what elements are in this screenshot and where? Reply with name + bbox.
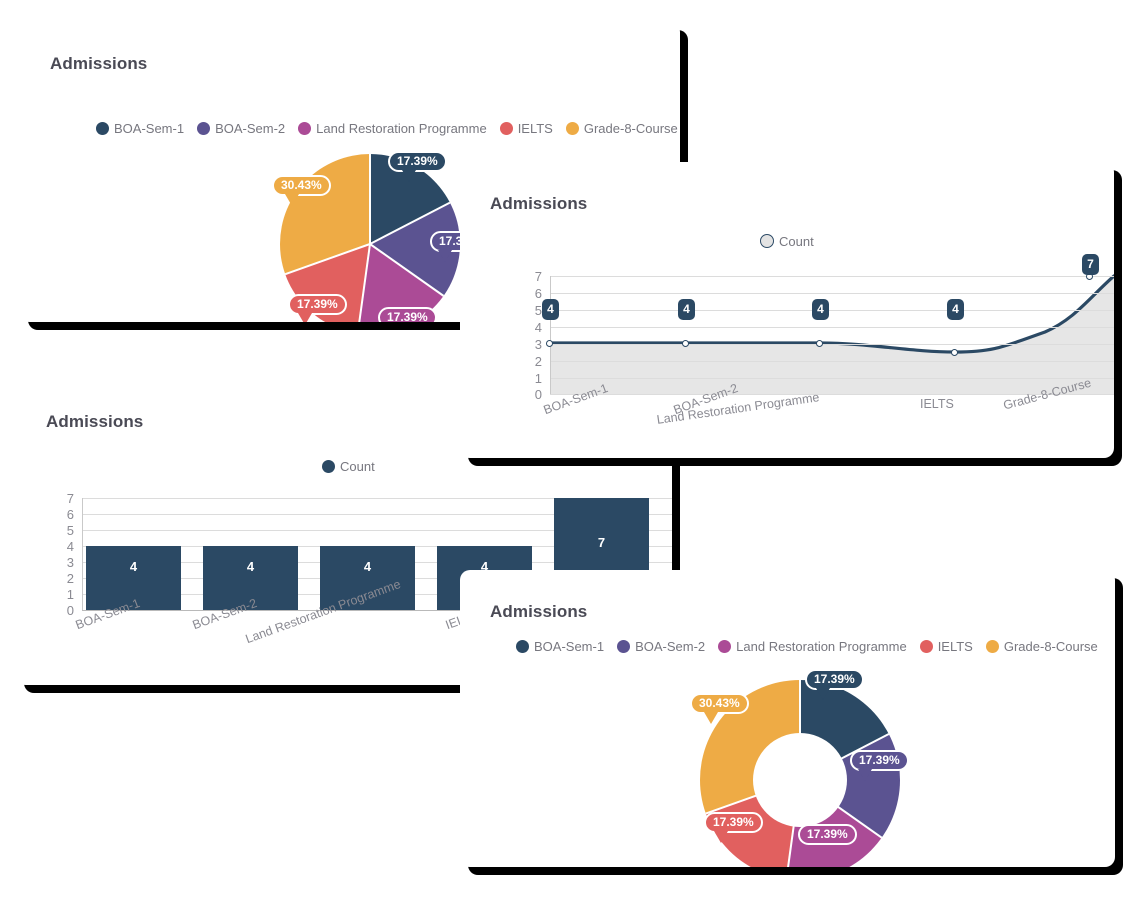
legend-swatch-icon xyxy=(565,122,579,135)
point-label-ielts: 4 xyxy=(947,299,964,320)
donut-label-tail xyxy=(858,769,872,781)
legend-swatch-icon xyxy=(499,122,513,135)
donut-category-legend: BOA-Sem-1 BOA-Sem-2 Land Restoration Pro… xyxy=(516,640,1098,653)
legend-swatch-icon xyxy=(96,122,109,135)
donut-slice-label-boa-sem-2: 17.39% xyxy=(850,750,909,771)
legend-item-label: BOA-Sem-1 xyxy=(534,639,605,654)
pie-slice-label-land-restoration-programme: 17.39% xyxy=(378,307,437,322)
y-axis-tick: 1 xyxy=(534,371,542,386)
donut-slice-label-land-restoration-programme: 17.39% xyxy=(798,824,857,845)
y-axis-tick: 3 xyxy=(66,555,74,570)
line-chart-card: Admissions Count 7 6 5 4 3 2 1 0 4 4 4 4… xyxy=(460,162,1114,458)
legend-item-boa-sem-2[interactable]: BOA-Sem-2 xyxy=(197,122,285,135)
pie-label-tail xyxy=(402,170,416,182)
legend-item-land-restoration-programme[interactable]: Land Restoration Programme xyxy=(298,122,487,135)
legend-item-label: Grade-8-Course xyxy=(583,121,678,136)
y-axis-tick: 5 xyxy=(534,303,542,318)
y-axis-tick: 5 xyxy=(66,523,74,538)
legend-item-grade-8-course[interactable]: Grade-8-Course xyxy=(565,121,678,136)
x-axis-tick: IELTS xyxy=(920,397,954,411)
legend-item-label: BOA-Sem-2 xyxy=(215,121,286,136)
gridline xyxy=(550,310,1114,311)
line-marker[interactable] xyxy=(816,340,823,347)
legend-item-label: BOA-Sem-1 xyxy=(114,121,185,136)
page-title: Admissions xyxy=(50,54,148,73)
legend-item-ielts[interactable]: IELTS xyxy=(499,121,553,136)
y-axis-tick: 0 xyxy=(534,387,542,402)
legend-swatch-icon xyxy=(718,640,732,653)
pie-category-legend: BOA-Sem-1 BOA-Sem-2 Land Restoration Pro… xyxy=(96,122,678,135)
y-axis-tick: 2 xyxy=(534,354,542,369)
bar-value-label: 7 xyxy=(597,535,606,550)
y-axis-line xyxy=(550,276,551,394)
donut-chart-card: Admissions BOA-Sem-1 BOA-Sem-2 Land Rest… xyxy=(460,570,1115,867)
legend-item-boa-sem-2[interactable]: BOA-Sem-2 xyxy=(617,640,705,653)
y-axis-tick: 4 xyxy=(66,539,74,554)
bar-value-label: 4 xyxy=(246,559,255,574)
point-label-boa-sem-1: 4 xyxy=(542,299,559,320)
donut-slice-label-boa-sem-1: 17.39% xyxy=(805,669,864,690)
pie-separator xyxy=(369,154,371,244)
legend-swatch-icon xyxy=(919,640,933,653)
legend-item-grade-8-course[interactable]: Grade-8-Course xyxy=(985,639,1098,654)
y-axis-tick: 4 xyxy=(534,320,542,335)
y-axis-line xyxy=(82,498,83,610)
y-axis-tick: 2 xyxy=(66,571,74,586)
legend-item-boa-sem-1[interactable]: BOA-Sem-1 xyxy=(516,640,604,653)
gridline xyxy=(550,327,1114,328)
legend-swatch-icon xyxy=(197,122,211,135)
line-marker[interactable] xyxy=(546,340,553,347)
donut-label-tail xyxy=(816,688,830,700)
point-label-land-restoration-programme: 4 xyxy=(812,299,829,320)
gridline xyxy=(550,293,1114,294)
y-axis-tick: 7 xyxy=(66,491,74,506)
donut-slice-label-grade-8-course: 30.43% xyxy=(690,693,749,714)
legend-item-ielts[interactable]: IELTS xyxy=(919,639,973,654)
line-marker[interactable] xyxy=(951,349,958,356)
pie-slice-label-ielts: 17.39% xyxy=(288,294,347,315)
y-axis-tick: 6 xyxy=(534,286,542,301)
legend-swatch-icon xyxy=(298,122,312,135)
y-axis-tick: 7 xyxy=(534,269,542,284)
pie-slice-label-grade-8-course: 30.43% xyxy=(272,175,331,196)
legend-item-label: BOA-Sem-2 xyxy=(635,639,706,654)
y-axis-tick: 6 xyxy=(66,507,74,522)
y-axis-tick: 3 xyxy=(534,337,542,352)
legend-swatch-icon xyxy=(516,640,529,653)
pie-label-tail xyxy=(438,250,452,262)
point-label-grade-8-course: 7 xyxy=(1082,254,1099,275)
donut-hole xyxy=(753,733,847,827)
donut-label-tail xyxy=(714,831,728,843)
pie-slice-label-boa-sem-1: 17.39% xyxy=(388,151,447,172)
gridline xyxy=(550,344,1114,345)
legend-item-boa-sem-1[interactable]: BOA-Sem-1 xyxy=(96,122,184,135)
gridline xyxy=(550,361,1114,362)
legend-swatch-icon xyxy=(985,640,999,653)
page-title: Admissions xyxy=(490,602,588,621)
legend-item-label: Grade-8-Course xyxy=(1003,639,1098,654)
legend-item-label: IELTS xyxy=(517,121,553,136)
gridline xyxy=(550,276,1114,277)
legend-item-label: Land Restoration Programme xyxy=(736,639,907,654)
line-plot-area[interactable]: 7 6 5 4 3 2 1 0 4 4 4 4 7 BOA-Sem-1 BOA-… xyxy=(460,162,1114,458)
legend-item-label: IELTS xyxy=(937,639,973,654)
donut-slice-label-ielts: 17.39% xyxy=(704,812,763,833)
screenshot-stage: Admissions BOA-Sem-1 BOA-Sem-2 Land Rest… xyxy=(0,0,1140,900)
y-axis-tick: 0 xyxy=(66,603,74,618)
pie-label-tail xyxy=(285,194,299,206)
point-label-boa-sem-2: 4 xyxy=(678,299,695,320)
legend-item-label: Land Restoration Programme xyxy=(316,121,487,136)
bar-value-label: 4 xyxy=(129,559,138,574)
legend-item-land-restoration-programme[interactable]: Land Restoration Programme xyxy=(718,640,907,653)
y-axis-tick: 1 xyxy=(66,587,74,602)
legend-swatch-icon xyxy=(617,640,631,653)
gridline xyxy=(550,378,1114,379)
bar-value-label: 4 xyxy=(363,559,372,574)
donut-label-tail xyxy=(704,712,718,724)
pie-label-tail xyxy=(298,313,312,322)
line-marker[interactable] xyxy=(682,340,689,347)
